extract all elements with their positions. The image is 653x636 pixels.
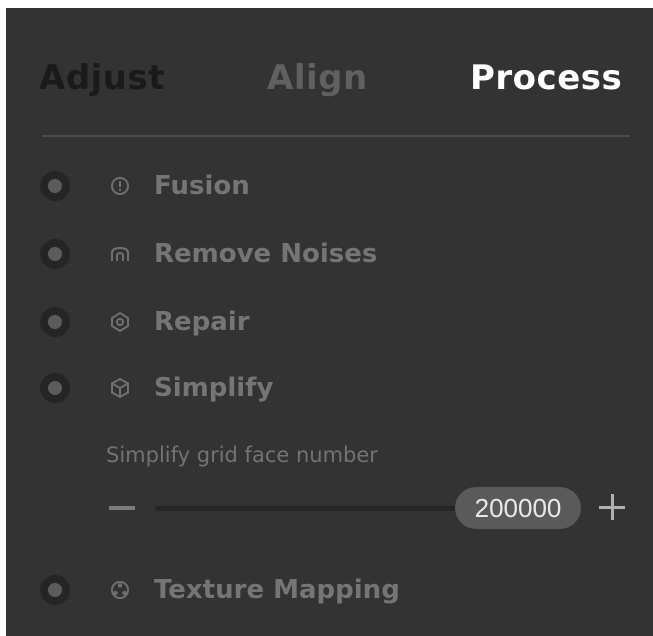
- remove-noises-radio[interactable]: [40, 239, 70, 269]
- simplify-label: Simplify: [154, 373, 274, 403]
- decrease-button[interactable]: [109, 506, 135, 510]
- fusion-label: Fusion: [154, 171, 250, 201]
- fusion-radio[interactable]: [40, 171, 70, 201]
- texture-mapping-radio[interactable]: [40, 575, 70, 605]
- increase-button[interactable]: [599, 494, 625, 520]
- process-panel: Adjust Align Process Fusion Remove Noise…: [6, 8, 653, 636]
- option-texture-mapping[interactable]: Texture Mapping: [6, 570, 653, 610]
- remove-noises-icon: [109, 243, 131, 265]
- texture-mapping-label: Texture Mapping: [154, 575, 400, 605]
- tab-bar: Adjust Align Process: [6, 8, 653, 138]
- option-remove-noises[interactable]: Remove Noises: [6, 234, 653, 274]
- tab-align[interactable]: Align: [267, 58, 368, 98]
- remove-noises-label: Remove Noises: [154, 239, 378, 269]
- tab-process[interactable]: Process: [470, 58, 622, 98]
- tab-divider: [42, 135, 630, 137]
- simplify-grid-face-label: Simplify grid face number: [106, 443, 378, 467]
- texture-mapping-icon: [109, 579, 131, 601]
- option-fusion[interactable]: Fusion: [6, 166, 653, 206]
- simplify-radio[interactable]: [40, 373, 70, 403]
- simplify-icon: [109, 377, 131, 399]
- repair-radio[interactable]: [40, 307, 70, 337]
- face-number-value[interactable]: 200000: [455, 487, 581, 529]
- tab-adjust[interactable]: Adjust: [39, 58, 165, 98]
- fusion-icon: [109, 175, 131, 197]
- face-number-slider[interactable]: [155, 506, 475, 511]
- repair-label: Repair: [154, 307, 250, 337]
- repair-icon: [109, 311, 131, 333]
- option-simplify[interactable]: Simplify: [6, 368, 653, 408]
- option-repair[interactable]: Repair: [6, 302, 653, 342]
